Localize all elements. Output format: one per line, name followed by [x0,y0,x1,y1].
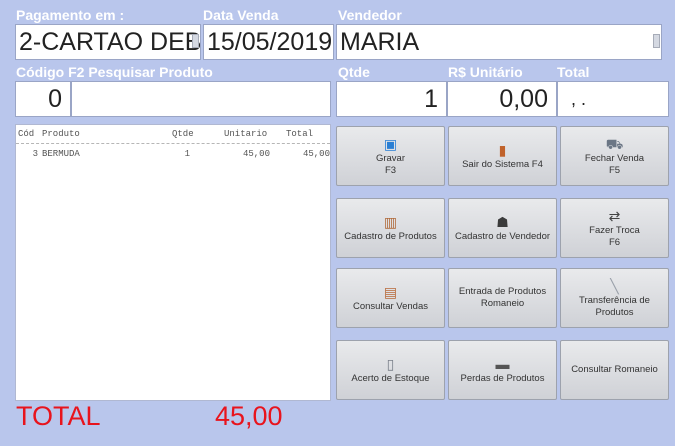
unit-price-field[interactable]: 0,00 [447,81,557,117]
grid-col-produto: Produto [42,129,80,139]
table-row[interactable]: 3 BERMUDA 1 45,00 45,00 [16,149,330,162]
product-entry-label-2: Romaneio [480,298,525,309]
product-code-value: 0 [48,85,62,113]
tag-icon: ▬ [495,355,510,372]
product-transfer-button[interactable]: ╲ Transferência de Produtos [560,268,669,328]
cell-cod: 3 [32,149,38,159]
product-code-field[interactable]: 0 [15,81,71,117]
product-loss-label: Perdas de Produtos [460,372,545,384]
stock-adjust-label: Acerto de Estoque [351,372,430,384]
line-total-field[interactable]: , . [557,81,669,117]
consult-sales-label: Consultar Vendas [353,300,428,312]
product-loss-button[interactable]: ▬ Perdas de Produtos [448,340,557,400]
pdv-window: Pagamento em : Data Venda Vendedor 2-CAR… [0,0,675,446]
exchange-label: Fazer Troca [589,224,640,236]
save-icon: ▣ [383,135,398,152]
line-total-label: Total [557,64,590,80]
product-register-button[interactable]: ▥ Cadastro de Produtos [336,198,445,258]
product-entry-button[interactable]: Entrada de Produtos Romaneio [448,268,557,328]
pencil-icon: ╲ [610,277,619,294]
cart-icon: ⛟ [605,135,624,152]
close-sale-label: Fechar Venda [584,152,645,164]
close-sale-button[interactable]: ⛟ Fechar Venda F5 [560,126,669,186]
items-grid[interactable]: Cód Produto Qtde Unitario Total 3 BERMUD… [15,124,331,401]
seller-dropdown-arrow-icon[interactable] [653,34,660,48]
sale-date-label: Data Venda [203,7,279,23]
close-sale-shortcut: F5 [608,164,621,176]
unit-price-value: 0,00 [499,85,548,113]
save-button-shortcut: F3 [384,164,397,176]
seller-register-label: Cadastro de Vendedor [454,230,551,242]
quantity-label: Qtde [338,64,370,80]
exit-system-label: Sair do Sistema F4 [462,158,543,170]
product-code-label: Código F2 Pesquisar Produto [16,64,213,80]
person-icon: ☗ [496,213,509,230]
exchange-arrows-icon: ⇄ [608,207,621,224]
payment-label: Pagamento em : [16,7,125,23]
consult-romaneio-label: Consultar Romaneio [571,364,658,375]
grid-col-total: Total [286,129,314,139]
exit-door-icon: ▮ [498,141,507,158]
unit-price-label: R$ Unitário [448,64,523,80]
grid-header: Cód Produto Qtde Unitario Total [16,129,330,144]
seller-select[interactable]: MARIA [336,24,662,60]
save-button[interactable]: ▣ Gravar F3 [336,126,445,186]
grid-col-qtde: Qtde [172,129,194,139]
save-button-label: Gravar [375,152,406,164]
cell-unitario: 45,00 [242,149,270,159]
exchange-shortcut: F6 [608,236,621,248]
grid-col-unitario: Unitario [224,129,268,139]
consult-romaneio-button[interactable]: Consultar Romaneio [560,340,669,400]
sale-date-value: 15/05/2019 [207,28,333,56]
payment-dropdown-arrow-icon[interactable] [192,34,199,48]
cell-produto: BERMUDA [42,149,80,159]
product-entry-label: Entrada de Produtos [458,286,547,297]
line-total-value: , . [571,89,587,109]
seller-value: MARIA [340,28,420,56]
cell-qtde: 1 [184,149,190,159]
sale-date-field[interactable]: 15/05/2019 [203,24,334,60]
quantity-field[interactable]: 1 [336,81,447,117]
product-transfer-label-2: Produtos [595,306,634,318]
quantity-value: 1 [424,85,438,113]
payment-select[interactable]: 2-CARTAO DEB [15,24,201,60]
payment-value: 2-CARTAO DEB [19,28,201,56]
trash-can-icon: ▯ [386,355,395,372]
seller-register-button[interactable]: ☗ Cadastro de Vendedor [448,198,557,258]
stock-adjust-button[interactable]: ▯ Acerto de Estoque [336,340,445,400]
product-transfer-label: Transferência de [579,294,650,306]
exit-system-button[interactable]: ▮ Sair do Sistema F4 [448,126,557,186]
product-register-label: Cadastro de Produtos [344,230,437,242]
seller-label: Vendedor [338,7,402,23]
cell-total: 45,00 [302,149,330,159]
consult-sales-button[interactable]: ▤ Consultar Vendas [336,268,445,328]
total-label: TOTAL [16,401,101,431]
exchange-button[interactable]: ⇄ Fazer Troca F6 [560,198,669,258]
total-value: 45,00 [215,401,283,431]
clipboard-icon: ▤ [383,283,398,300]
product-search-field[interactable] [71,81,331,117]
grid-col-cod: Cód [18,129,35,139]
box-icon: ▥ [383,213,398,230]
